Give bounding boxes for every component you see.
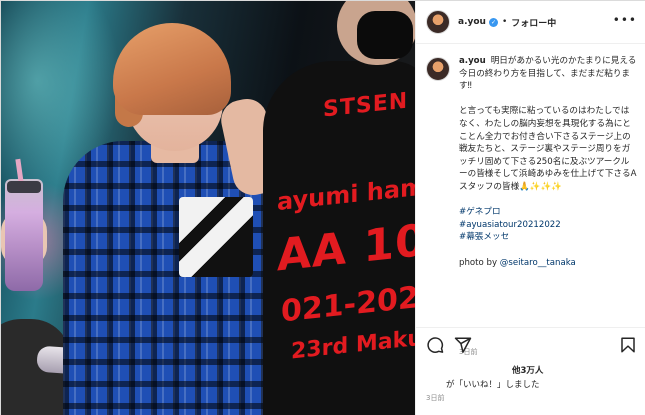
hashtag-link[interactable]: #ゲネプロ [459,206,637,219]
post-sidebar: a.you ✓ • フォロー中 ••• a.you 明日があかるい光のかたまりに見… [415,1,645,415]
caption-username[interactable]: a.you [459,56,486,66]
hashtag-link[interactable]: #ayuasiatour20212022 [459,219,637,232]
avatar[interactable] [426,57,450,81]
separator-dot: • [501,17,508,27]
liked-by-text: が「いいね！」しました [446,380,540,390]
instagram-post: STSEN ayumi hamasak AA 100 021-2022 - 23… [0,0,645,415]
shirt-print [179,197,253,277]
glitter-tumbler [5,179,43,291]
woman-hair [113,23,231,115]
username-link[interactable]: a.you [458,17,486,27]
hashtag-link[interactable]: #幕張メッセ [459,231,637,244]
avatar[interactable] [426,10,450,34]
caption-paragraph: と言っても実際に粘っているのはわたしではなく、わたしの脳内妄想を具現化する為にと… [459,106,637,192]
caption-text: a.you 明日があかるい光のかたまりに見える今日の終わり方を目指して、まだまだ粘… [459,55,637,282]
post-photo[interactable]: STSEN ayumi hamasak AA 100 021-2022 - 23… [1,1,415,415]
comment-bubble-icon[interactable] [426,336,444,354]
action-bar [416,327,645,361]
bookmark-icon[interactable] [619,336,637,354]
more-horizontal-icon[interactable]: ••• [613,13,637,27]
paper-plane-icon[interactable] [454,336,472,354]
staff-mask [357,11,413,59]
post-header: a.you ✓ • フォロー中 ••• [416,1,645,44]
credit-prefix: photo by [459,257,500,268]
like-count[interactable]: 他3万人 [512,364,543,376]
verified-badge-icon: ✓ [488,17,498,27]
post-timestamp: 3日前 [426,394,445,402]
follow-button[interactable]: フォロー中 [511,16,556,29]
mention-link[interactable]: @seitaro__tanaka [500,258,576,268]
